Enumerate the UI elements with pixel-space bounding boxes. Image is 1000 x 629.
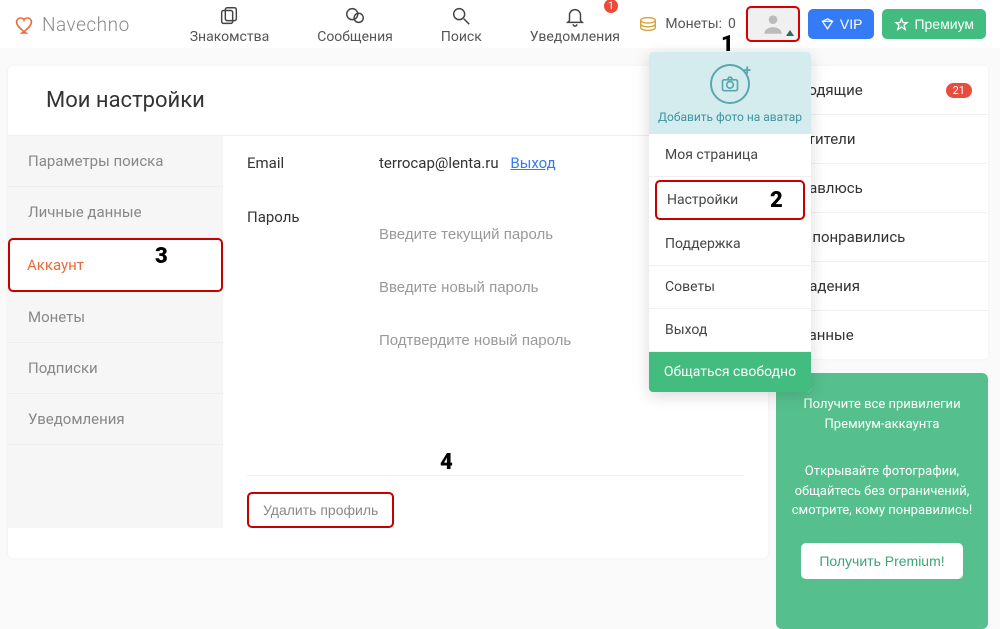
delete-profile-button[interactable]: Удалить профиль [247, 492, 394, 528]
tab-coins[interactable]: Монеты [8, 292, 223, 343]
coins-display[interactable]: Монеты: 0 [637, 13, 736, 35]
logo[interactable]: Navechno [14, 12, 130, 36]
coins-label: Монеты: [665, 16, 722, 32]
premium-button[interactable]: Премиум [882, 9, 986, 39]
nav-search[interactable]: Поиск [441, 3, 482, 45]
search-icon [448, 3, 474, 29]
tab-account[interactable]: Аккаунт [8, 238, 223, 292]
dropdown-support[interactable]: Поддержка [649, 223, 811, 266]
premium-promo: Получите все привилегии Премиум-аккаунта… [776, 373, 988, 629]
dropdown-logout[interactable]: Выход [649, 309, 811, 352]
dropdown-tips[interactable]: Советы [649, 266, 811, 309]
bell-icon [562, 3, 588, 29]
dropdown-settings[interactable]: Настройки [655, 180, 805, 220]
password-label: Пароль [247, 208, 379, 226]
coins-value: 0 [728, 16, 736, 32]
user-dropdown: + Добавить фото на аватар Моя страница Н… [649, 52, 811, 392]
nav-notifications[interactable]: 1 Уведомления [530, 3, 620, 45]
nav-messages[interactable]: Сообщения [317, 3, 393, 45]
tab-personal[interactable]: Личные данные [8, 187, 223, 238]
nav-dating[interactable]: Знакомства [190, 3, 269, 45]
promo-line2: Открывайте фотографии, общайтесь без огр… [790, 462, 974, 521]
avatar-icon [760, 11, 786, 37]
tab-subscriptions[interactable]: Подписки [8, 343, 223, 394]
dropdown-chat-free[interactable]: Общаться свободно [649, 352, 811, 392]
promo-line1: Получите все привилегии Премиум-аккаунта [790, 395, 974, 434]
plus-icon: + [743, 63, 751, 79]
incoming-count: 21 [946, 83, 972, 98]
cards-icon [216, 3, 242, 29]
email-label: Email [247, 154, 379, 172]
email-value: terrocap@lenta.ru [379, 154, 499, 172]
brand-text: Navechno [42, 13, 130, 36]
camera-icon: + [710, 64, 750, 104]
avatar-menu-button[interactable] [746, 6, 800, 42]
logout-link[interactable]: Выход [510, 154, 555, 172]
dropdown-my-page[interactable]: Моя страница [649, 134, 811, 177]
main-nav: Знакомства Сообщения Поиск 1 Уведомления [190, 3, 620, 45]
coins-icon [637, 13, 659, 35]
heart-rings-icon [14, 12, 38, 36]
header: Navechno Знакомства Сообщения Поиск 1 [0, 0, 1000, 48]
chevron-up-icon [786, 30, 794, 36]
vip-button[interactable]: VIP [808, 9, 875, 39]
star-icon [894, 17, 909, 32]
notif-badge: 1 [604, 0, 618, 13]
settings-tabs: Параметры поиска Личные данные Аккаунт М… [8, 136, 223, 528]
get-premium-button[interactable]: Получить Premium! [801, 543, 962, 579]
tab-search-params[interactable]: Параметры поиска [8, 136, 223, 187]
tab-notifications[interactable]: Уведомления [8, 394, 223, 445]
chat-icon [342, 3, 368, 29]
dropdown-add-photo[interactable]: + Добавить фото на аватар [649, 52, 811, 134]
diamond-icon [820, 17, 835, 32]
